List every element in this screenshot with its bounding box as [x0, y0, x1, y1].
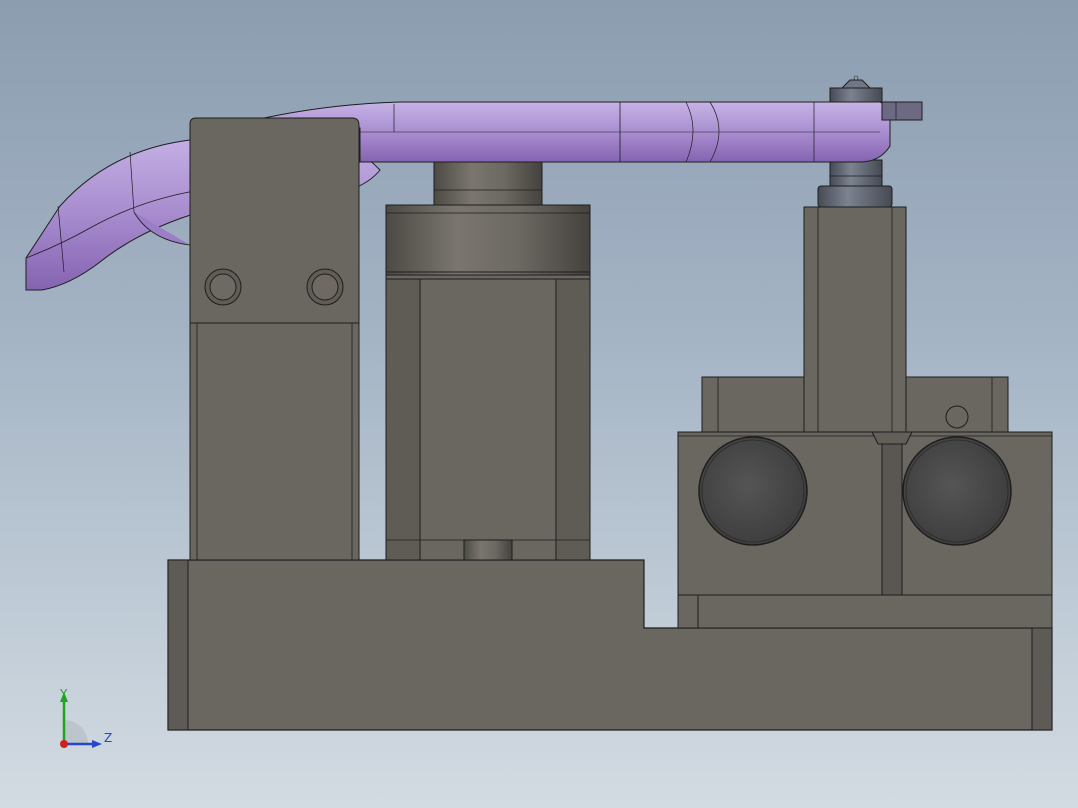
- right-bore-hole: [902, 436, 1012, 546]
- pivot-cap[interactable]: [829, 75, 883, 103]
- orientation-triad[interactable]: Y Z: [50, 684, 120, 754]
- pivot-bushing[interactable]: [817, 159, 893, 208]
- left-bore-hole: [698, 436, 808, 546]
- right-post[interactable]: [803, 206, 907, 433]
- left-bracket[interactable]: [189, 117, 360, 561]
- y-axis-label: Y: [59, 687, 68, 701]
- cad-model-scene[interactable]: [0, 0, 1078, 808]
- z-axis-label: Z: [104, 731, 112, 745]
- cad-viewport[interactable]: Y Z: [0, 0, 1078, 808]
- center-cylinder[interactable]: [385, 161, 591, 561]
- z-arrow: [92, 740, 102, 748]
- x-axis-dot: [60, 740, 68, 748]
- pin-hole: [945, 405, 969, 429]
- triad-plane: [64, 720, 88, 744]
